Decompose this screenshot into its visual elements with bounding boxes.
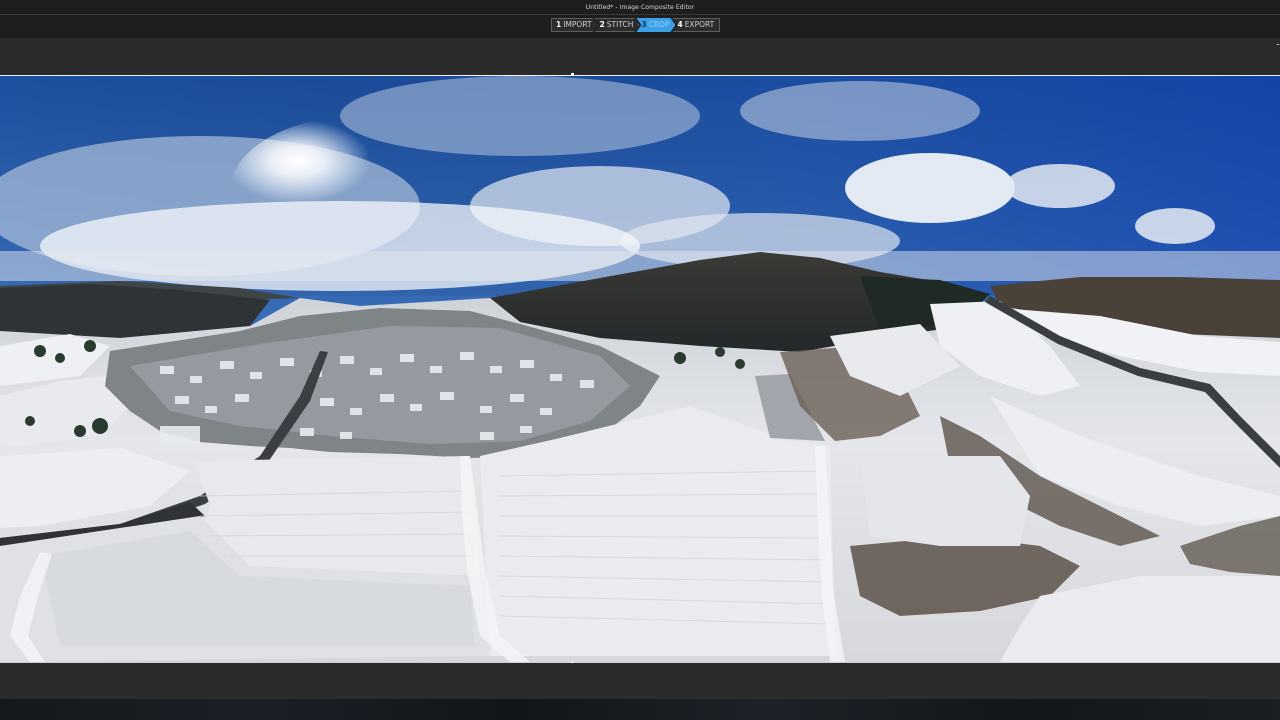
workflow-steps: 1 IMPORT 2 STITCH 3 CROP 4 EXPORT xyxy=(551,18,721,32)
corner-mark xyxy=(1277,44,1279,45)
preview-canvas xyxy=(0,73,1280,665)
step-stitch[interactable]: 2 STITCH xyxy=(595,18,640,32)
step-stitch-number: 2 xyxy=(599,20,605,29)
step-stitch-label: STITCH xyxy=(606,20,634,29)
step-import-label: IMPORT xyxy=(563,20,592,29)
crop-toolbar xyxy=(0,38,1280,75)
bottom-panel xyxy=(0,663,1280,699)
step-import[interactable]: 1 IMPORT xyxy=(551,18,598,32)
step-crop-label: CROP xyxy=(648,20,670,29)
crop-frame[interactable] xyxy=(0,73,1280,665)
footer-strip xyxy=(0,699,1280,720)
title-bar: Untitled* - Image Composite Editor xyxy=(0,0,1280,14)
crop-handle-top[interactable] xyxy=(571,73,574,76)
step-export[interactable]: 4 EXPORT xyxy=(672,18,721,32)
step-export-label: EXPORT xyxy=(684,20,715,29)
step-crop-number: 3 xyxy=(641,20,647,29)
step-export-number: 4 xyxy=(677,20,683,29)
image-composite-editor-window: Untitled* - Image Composite Editor 1 IMPO… xyxy=(0,0,1280,720)
step-import-number: 1 xyxy=(556,20,562,29)
workflow-step-bar: 1 IMPORT 2 STITCH 3 CROP 4 EXPORT xyxy=(0,14,1280,38)
window-title: Untitled* - Image Composite Editor xyxy=(585,3,695,11)
step-crop[interactable]: 3 CROP xyxy=(636,18,675,32)
